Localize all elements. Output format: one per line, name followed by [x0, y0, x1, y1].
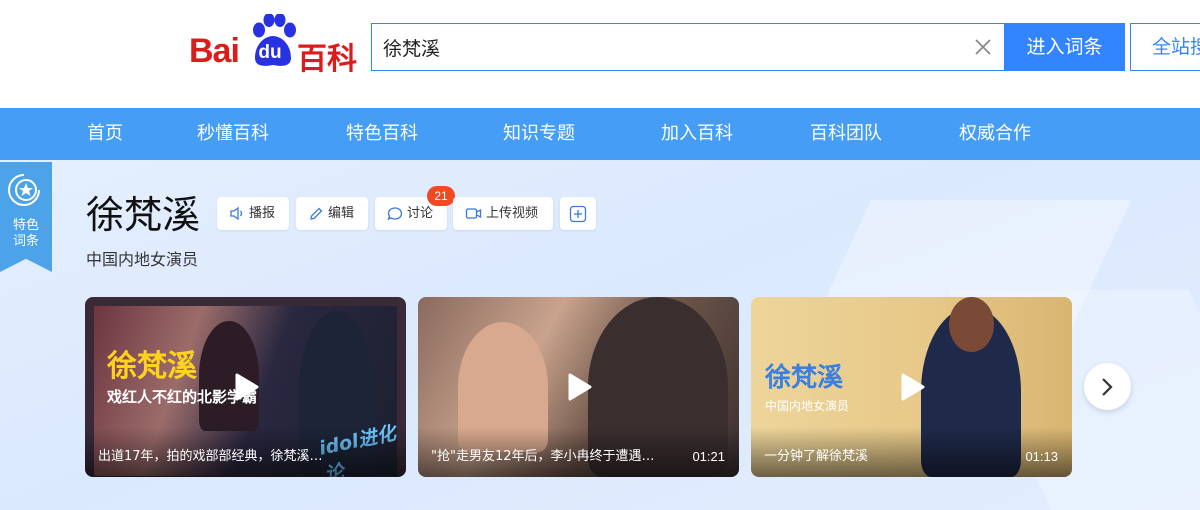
search-box	[371, 23, 1004, 71]
video-caption: 出道17年，拍的戏部部经典，徐梵溪…	[98, 449, 323, 464]
nav-item-join[interactable]: 加入百科	[661, 108, 733, 160]
edit-label: 编辑	[328, 206, 355, 221]
video-overlay-title: 徐梵溪	[765, 363, 844, 393]
search-input[interactable]	[372, 24, 962, 70]
edit-button[interactable]: 编辑	[296, 197, 368, 230]
video-card[interactable]: 徐梵溪 戏红人不红的北影学霸 idol进化论 出道17年，拍的戏部部经典，徐梵溪…	[85, 297, 406, 477]
carousel-next-button[interactable]	[1084, 363, 1131, 410]
featured-entry-badge[interactable]: 特色 词条	[0, 162, 52, 272]
nav-item-featured[interactable]: 特色百科	[346, 108, 418, 160]
nav-item-team[interactable]: 百科团队	[810, 108, 882, 160]
star-badge-icon	[8, 174, 40, 206]
entry-main: 特色 词条 徐梵溪 中国内地女演员 播报 编辑 讨论 21 上传视频 徐梵溪 戏…	[0, 160, 1200, 510]
video-duration: 01:13	[1025, 449, 1058, 464]
speaker-icon	[230, 206, 243, 221]
nav-item-miaodong[interactable]: 秒懂百科	[197, 108, 269, 160]
entry-subtitle: 中国内地女演员	[86, 250, 199, 269]
discuss-count-badge: 21	[427, 186, 455, 206]
broadcast-button[interactable]: 播报	[217, 197, 289, 230]
enter-entry-button[interactable]: 进入词条	[1004, 23, 1125, 71]
chevron-right-icon	[1102, 378, 1113, 396]
nav-item-topics[interactable]: 知识专题	[503, 108, 575, 160]
badge-line1: 特色	[12, 218, 39, 233]
video-card[interactable]: "抢"走男友12年后，李小冉终于遭遇… 01:21	[418, 297, 739, 477]
video-duration: 01:21	[692, 449, 725, 464]
thumbnail-figure	[949, 297, 994, 352]
site-search-button[interactable]: 全站搜索	[1130, 23, 1200, 71]
entry-title: 徐梵溪	[86, 193, 201, 237]
play-icon	[568, 373, 592, 401]
video-caption: 一分钟了解徐梵溪	[764, 449, 869, 464]
logo-bai-text: Bai	[189, 32, 240, 70]
nav-item-cooperation[interactable]: 权威合作	[959, 108, 1031, 160]
play-icon	[901, 373, 925, 401]
main-nav: 首页 秒懂百科 特色百科 知识专题 加入百科 百科团队 权威合作	[0, 108, 1200, 160]
nav-item-home[interactable]: 首页	[87, 108, 123, 160]
video-card[interactable]: 徐梵溪 中国内地女演员 一分钟了解徐梵溪 01:13	[751, 297, 1072, 477]
video-caption: "抢"走男友12年后，李小冉终于遭遇…	[431, 449, 655, 464]
logo-du-text: du	[258, 42, 282, 63]
play-icon	[235, 373, 259, 401]
broadcast-label: 播报	[249, 206, 276, 221]
video-camera-icon	[465, 208, 482, 219]
video-overlay-subtitle: 中国内地女演员	[765, 399, 850, 413]
badge-text: 特色 词条	[0, 218, 52, 250]
upload-video-label: 上传视频	[486, 206, 539, 221]
badge-line2: 词条	[12, 234, 39, 249]
header: Bai du 百科 进入词条 全站搜索	[0, 0, 1200, 108]
logo-baike-text: 百科	[297, 42, 357, 77]
add-button[interactable]	[560, 197, 596, 230]
close-icon[interactable]	[972, 36, 994, 58]
plus-square-icon	[569, 205, 587, 223]
pencil-icon	[310, 207, 323, 220]
comment-icon	[387, 207, 403, 221]
baidu-baike-logo[interactable]: Bai du 百科	[189, 14, 359, 77]
upload-video-button[interactable]: 上传视频	[453, 197, 553, 230]
video-overlay-title: 徐梵溪	[107, 349, 197, 384]
